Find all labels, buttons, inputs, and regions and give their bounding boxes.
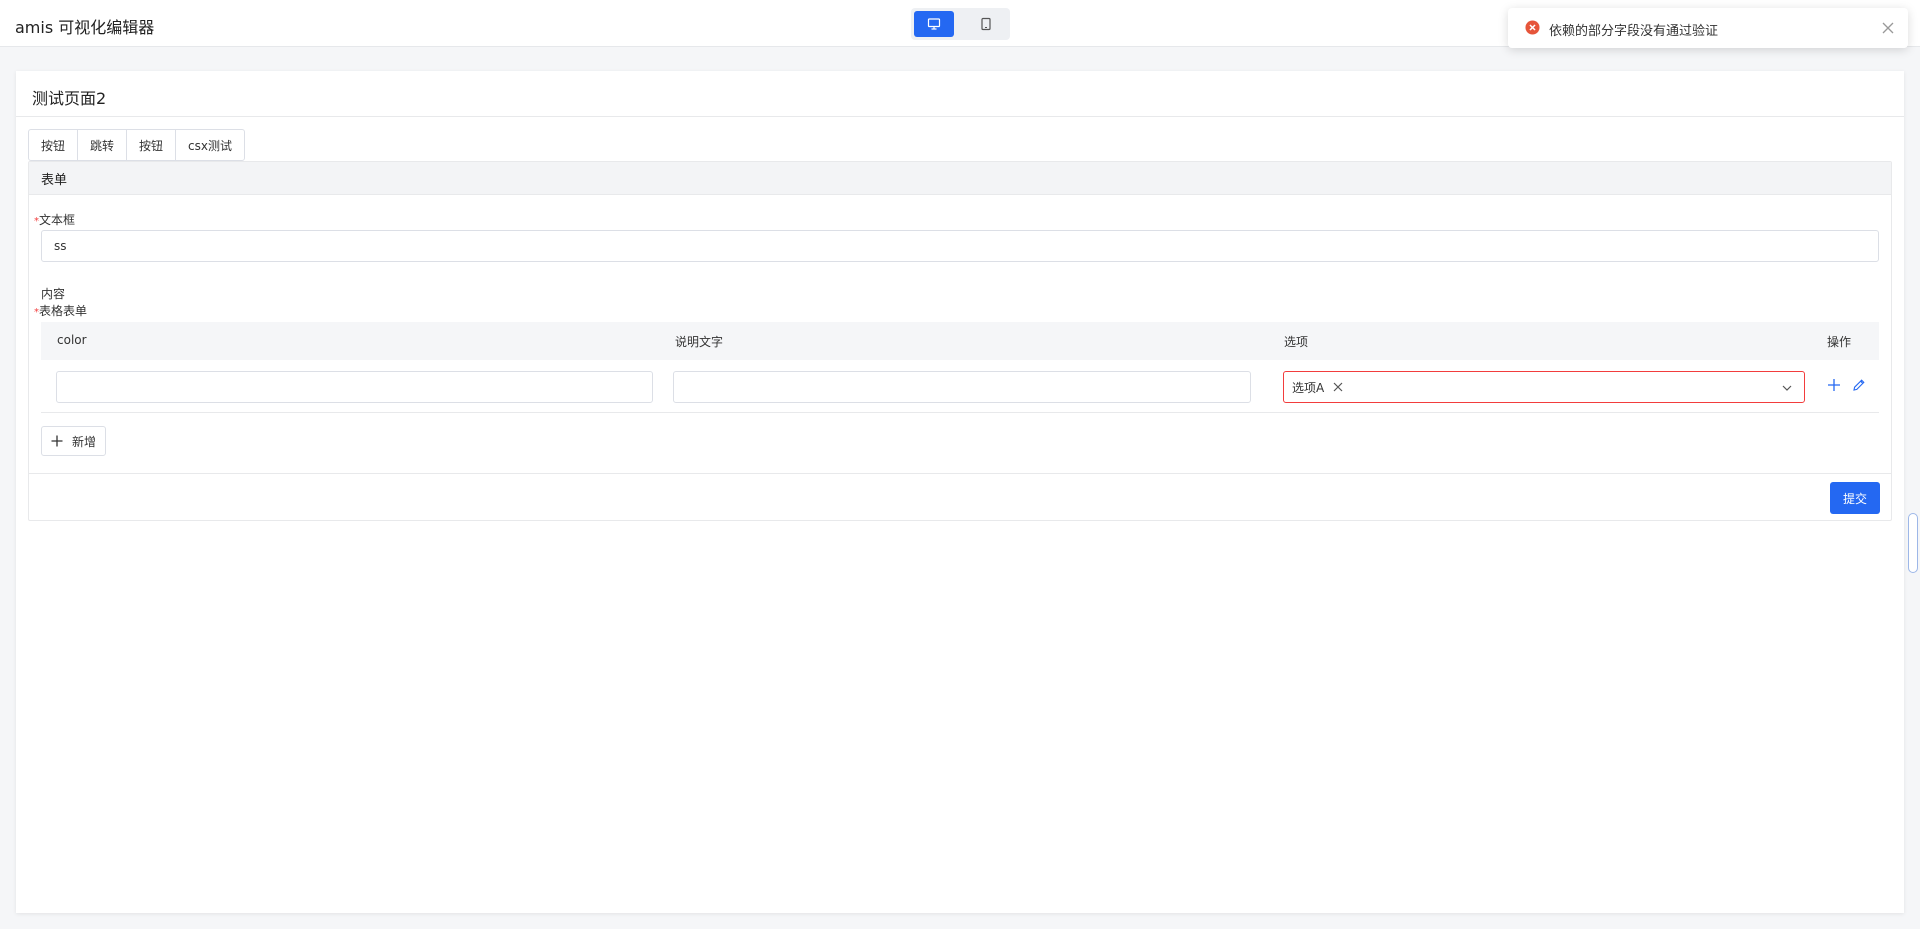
- selected-tag-label: 选项A: [1292, 380, 1325, 395]
- pc-preview-button[interactable]: [914, 11, 954, 37]
- column-header-description: 说明文字: [675, 335, 724, 349]
- text-input-value: ss: [54, 239, 67, 253]
- toolbar-button[interactable]: 按钮: [126, 129, 177, 161]
- selected-tag: 选项A: [1292, 377, 1344, 397]
- remove-tag-icon[interactable]: [1332, 381, 1344, 393]
- content-label: 内容: [41, 287, 66, 301]
- submit-button[interactable]: 提交: [1830, 482, 1880, 514]
- toolbar-button[interactable]: 按钮: [28, 129, 79, 161]
- toast-message: 依赖的部分字段没有通过验证: [1549, 24, 1719, 39]
- form-footer: 提交: [29, 473, 1891, 521]
- scrollbar-handle[interactable]: [1908, 513, 1918, 573]
- jump-button[interactable]: 跳转: [77, 129, 128, 161]
- chevron-down-icon[interactable]: [1780, 381, 1794, 395]
- error-toast: 依赖的部分字段没有通过验证: [1508, 8, 1908, 48]
- add-row-icon[interactable]: [1825, 376, 1843, 394]
- form-panel: 表单 *文本框 ss 内容 *表格表单 color 说明文字 选项 操作 选项A: [28, 161, 1892, 521]
- table-header: color 说明文字 选项 操作: [41, 322, 1879, 360]
- mobile-preview-button[interactable]: [966, 11, 1006, 37]
- csx-test-button[interactable]: csx测试: [175, 129, 245, 161]
- table-field-label-text: 表格表单: [39, 304, 88, 318]
- color-input[interactable]: [56, 371, 653, 403]
- plus-icon: [51, 435, 63, 447]
- text-input[interactable]: ss: [41, 230, 1879, 262]
- edit-icon[interactable]: [1850, 376, 1868, 394]
- button-toolbar: 按钮 跳转 按钮 csx测试: [28, 129, 245, 161]
- column-header-actions: 操作: [1827, 335, 1852, 349]
- error-circle-icon: [1525, 20, 1540, 35]
- page-header: 测试页面2: [16, 71, 1904, 117]
- page: 测试页面2 按钮 跳转 按钮 csx测试 表单 *文本框 ss 内容 *表格表单…: [16, 71, 1904, 913]
- text-field-label-text: 文本框: [39, 213, 76, 227]
- app-title: amis 可视化编辑器: [15, 18, 155, 37]
- add-row-button[interactable]: 新增: [41, 426, 106, 456]
- column-header-color: color: [57, 333, 87, 347]
- monitor-icon: [927, 18, 941, 30]
- close-icon[interactable]: [1880, 20, 1896, 36]
- page-title: 测试页面2: [32, 89, 107, 108]
- device-switch: [911, 8, 1010, 40]
- table-row: 选项A: [41, 360, 1879, 413]
- table-field-label: *表格表单: [34, 302, 87, 319]
- tablet-icon: [981, 17, 991, 31]
- form-title: 表单: [29, 162, 1891, 195]
- column-header-option: 选项: [1284, 335, 1309, 349]
- add-row-label: 新增: [72, 434, 97, 449]
- description-input[interactable]: [673, 371, 1251, 403]
- option-select[interactable]: 选项A: [1283, 371, 1805, 403]
- text-field-label: *文本框: [34, 211, 75, 228]
